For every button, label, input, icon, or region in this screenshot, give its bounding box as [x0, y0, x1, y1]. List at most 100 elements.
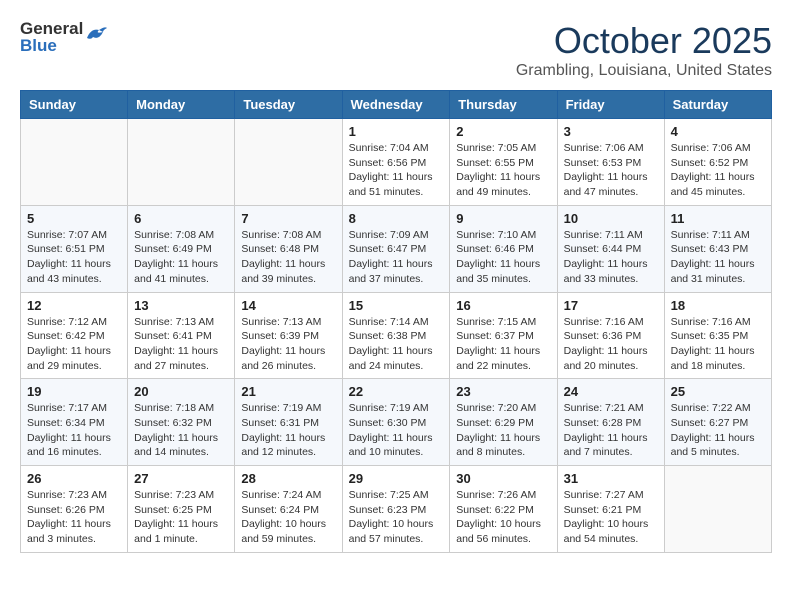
logo-text: General Blue: [20, 20, 83, 54]
calendar-cell: 1Sunrise: 7:04 AM Sunset: 6:56 PM Daylig…: [342, 119, 450, 206]
calendar-table: SundayMondayTuesdayWednesdayThursdayFrid…: [20, 90, 772, 553]
day-number: 1: [349, 124, 444, 139]
day-info: Sunrise: 7:10 AM Sunset: 6:46 PM Dayligh…: [456, 228, 550, 287]
day-info: Sunrise: 7:24 AM Sunset: 6:24 PM Dayligh…: [241, 488, 335, 547]
day-number: 17: [564, 298, 658, 313]
day-number: 30: [456, 471, 550, 486]
calendar-cell: 11 Sunrise: 7:11 AM Sunset: 6:43 PM Dayli…: [664, 205, 771, 292]
day-info: Sunrise: 7:16 AM Sunset: 6:35 PM Dayligh…: [671, 315, 765, 374]
calendar-week-row: 1Sunrise: 7:04 AM Sunset: 6:56 PM Daylig…: [21, 119, 772, 206]
day-header-tuesday: Tuesday: [235, 91, 342, 119]
calendar-cell: 17 Sunrise: 7:16 AM Sunset: 6:36 PM Dayli…: [557, 292, 664, 379]
day-number: 3: [564, 124, 658, 139]
day-number: 29: [349, 471, 444, 486]
calendar-cell: 22 Sunrise: 7:19 AM Sunset: 6:30 PM Dayli…: [342, 379, 450, 466]
day-info: Sunrise: 7:19 AM Sunset: 6:31 PM Dayligh…: [241, 401, 335, 460]
day-number: 21: [241, 384, 335, 399]
day-info: Sunrise: 7:08 AM Sunset: 6:48 PM Dayligh…: [241, 228, 335, 287]
calendar-cell: 19 Sunrise: 7:17 AM Sunset: 6:34 PM Dayli…: [21, 379, 128, 466]
calendar-cell: 24Sunrise: 7:21 AM Sunset: 6:28 PM Dayli…: [557, 379, 664, 466]
day-number: 31: [564, 471, 658, 486]
day-info: Sunrise: 7:21 AM Sunset: 6:28 PM Dayligh…: [564, 401, 658, 460]
day-info: Sunrise: 7:08 AM Sunset: 6:49 PM Dayligh…: [134, 228, 228, 287]
calendar-cell: 31 Sunrise: 7:27 AM Sunset: 6:21 PM Dayli…: [557, 466, 664, 553]
calendar-cell: 27Sunrise: 7:23 AM Sunset: 6:25 PM Dayli…: [128, 466, 235, 553]
calendar-header-row: SundayMondayTuesdayWednesdayThursdayFrid…: [21, 91, 772, 119]
day-number: 13: [134, 298, 228, 313]
calendar-week-row: 5 Sunrise: 7:07 AM Sunset: 6:51 PM Daylig…: [21, 205, 772, 292]
day-number: 5: [27, 211, 121, 226]
month-title: October 2025: [516, 20, 772, 62]
day-number: 8: [349, 211, 444, 226]
calendar-cell: 21 Sunrise: 7:19 AM Sunset: 6:31 PM Dayli…: [235, 379, 342, 466]
calendar-week-row: 19 Sunrise: 7:17 AM Sunset: 6:34 PM Dayli…: [21, 379, 772, 466]
calendar-cell: 10Sunrise: 7:11 AM Sunset: 6:44 PM Dayli…: [557, 205, 664, 292]
day-info: Sunrise: 7:16 AM Sunset: 6:36 PM Dayligh…: [564, 315, 658, 374]
day-info: Sunrise: 7:05 AM Sunset: 6:55 PM Dayligh…: [456, 141, 550, 200]
day-info: Sunrise: 7:27 AM Sunset: 6:21 PM Dayligh…: [564, 488, 658, 547]
calendar-cell: 4Sunrise: 7:06 AM Sunset: 6:52 PM Daylig…: [664, 119, 771, 206]
calendar-cell: 23 Sunrise: 7:20 AM Sunset: 6:29 PM Dayli…: [450, 379, 557, 466]
day-number: 28: [241, 471, 335, 486]
calendar-cell: 12Sunrise: 7:12 AM Sunset: 6:42 PM Dayli…: [21, 292, 128, 379]
calendar-cell: 7Sunrise: 7:08 AM Sunset: 6:48 PM Daylig…: [235, 205, 342, 292]
day-info: Sunrise: 7:06 AM Sunset: 6:52 PM Dayligh…: [671, 141, 765, 200]
day-header-friday: Friday: [557, 91, 664, 119]
day-header-thursday: Thursday: [450, 91, 557, 119]
logo: General Blue: [20, 20, 107, 54]
calendar-cell: 25 Sunrise: 7:22 AM Sunset: 6:27 PM Dayli…: [664, 379, 771, 466]
calendar-cell: 13Sunrise: 7:13 AM Sunset: 6:41 PM Dayli…: [128, 292, 235, 379]
day-info: Sunrise: 7:19 AM Sunset: 6:30 PM Dayligh…: [349, 401, 444, 460]
day-info: Sunrise: 7:17 AM Sunset: 6:34 PM Dayligh…: [27, 401, 121, 460]
day-info: Sunrise: 7:09 AM Sunset: 6:47 PM Dayligh…: [349, 228, 444, 287]
day-info: Sunrise: 7:11 AM Sunset: 6:43 PM Dayligh…: [671, 228, 765, 287]
calendar-cell: 15 Sunrise: 7:14 AM Sunset: 6:38 PM Dayli…: [342, 292, 450, 379]
day-info: Sunrise: 7:22 AM Sunset: 6:27 PM Dayligh…: [671, 401, 765, 460]
calendar-week-row: 26Sunrise: 7:23 AM Sunset: 6:26 PM Dayli…: [21, 466, 772, 553]
calendar-cell: 14 Sunrise: 7:13 AM Sunset: 6:39 PM Dayli…: [235, 292, 342, 379]
day-number: 18: [671, 298, 765, 313]
day-number: 12: [27, 298, 121, 313]
calendar-cell: 26Sunrise: 7:23 AM Sunset: 6:26 PM Dayli…: [21, 466, 128, 553]
day-info: Sunrise: 7:18 AM Sunset: 6:32 PM Dayligh…: [134, 401, 228, 460]
day-number: 6: [134, 211, 228, 226]
day-info: Sunrise: 7:13 AM Sunset: 6:39 PM Dayligh…: [241, 315, 335, 374]
title-section: October 2025 Grambling, Louisiana, Unite…: [516, 20, 772, 80]
day-number: 15: [349, 298, 444, 313]
calendar-cell: 3 Sunrise: 7:06 AM Sunset: 6:53 PM Daylig…: [557, 119, 664, 206]
calendar-cell: [235, 119, 342, 206]
day-info: Sunrise: 7:07 AM Sunset: 6:51 PM Dayligh…: [27, 228, 121, 287]
calendar-cell: 20Sunrise: 7:18 AM Sunset: 6:32 PM Dayli…: [128, 379, 235, 466]
day-number: 10: [564, 211, 658, 226]
day-header-sunday: Sunday: [21, 91, 128, 119]
location-subtitle: Grambling, Louisiana, United States: [516, 62, 772, 80]
calendar-cell: 2Sunrise: 7:05 AM Sunset: 6:55 PM Daylig…: [450, 119, 557, 206]
day-info: Sunrise: 7:23 AM Sunset: 6:26 PM Dayligh…: [27, 488, 121, 547]
logo-bird-icon: [85, 24, 107, 47]
day-number: 25: [671, 384, 765, 399]
calendar-week-row: 12Sunrise: 7:12 AM Sunset: 6:42 PM Dayli…: [21, 292, 772, 379]
day-header-saturday: Saturday: [664, 91, 771, 119]
day-info: Sunrise: 7:14 AM Sunset: 6:38 PM Dayligh…: [349, 315, 444, 374]
day-info: Sunrise: 7:23 AM Sunset: 6:25 PM Dayligh…: [134, 488, 228, 547]
calendar-cell: 5 Sunrise: 7:07 AM Sunset: 6:51 PM Daylig…: [21, 205, 128, 292]
day-number: 22: [349, 384, 444, 399]
day-info: Sunrise: 7:25 AM Sunset: 6:23 PM Dayligh…: [349, 488, 444, 547]
calendar-cell: 9 Sunrise: 7:10 AM Sunset: 6:46 PM Daylig…: [450, 205, 557, 292]
day-info: Sunrise: 7:06 AM Sunset: 6:53 PM Dayligh…: [564, 141, 658, 200]
calendar-cell: [128, 119, 235, 206]
page-header: General Blue October 2025 Grambling, Lou…: [20, 20, 772, 80]
day-header-wednesday: Wednesday: [342, 91, 450, 119]
logo-general: General: [20, 20, 83, 37]
day-info: Sunrise: 7:20 AM Sunset: 6:29 PM Dayligh…: [456, 401, 550, 460]
day-number: 11: [671, 211, 765, 226]
day-number: 19: [27, 384, 121, 399]
calendar-cell: 18 Sunrise: 7:16 AM Sunset: 6:35 PM Dayli…: [664, 292, 771, 379]
calendar-cell: 16 Sunrise: 7:15 AM Sunset: 6:37 PM Dayli…: [450, 292, 557, 379]
calendar-cell: [664, 466, 771, 553]
day-number: 14: [241, 298, 335, 313]
day-info: Sunrise: 7:15 AM Sunset: 6:37 PM Dayligh…: [456, 315, 550, 374]
day-number: 23: [456, 384, 550, 399]
day-number: 16: [456, 298, 550, 313]
day-number: 9: [456, 211, 550, 226]
